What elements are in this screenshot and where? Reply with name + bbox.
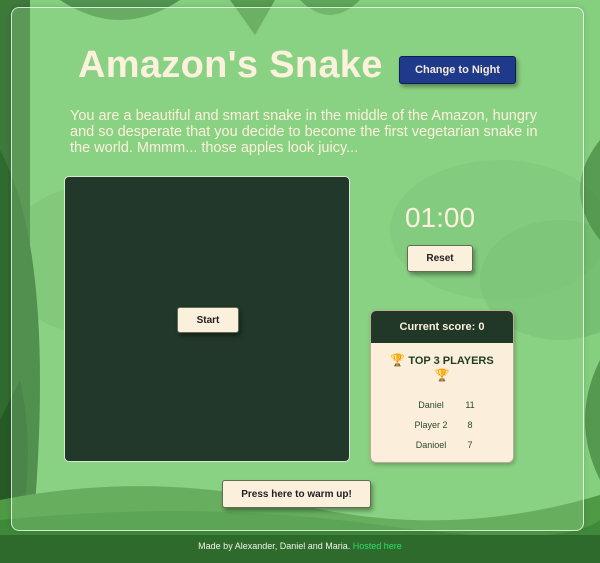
player-score: 8: [467, 420, 473, 430]
footer: Made by Alexander, Daniel and Maria. Hos…: [0, 541, 600, 551]
player-score: 7: [467, 440, 473, 450]
start-button[interactable]: Start: [177, 307, 239, 333]
top-players-title: TOP 3 PLAYERS: [408, 355, 494, 367]
top-players-heading: 🏆 TOP 3 PLAYERS 🏆: [371, 353, 513, 383]
scoreboard-card: Current score: 0 🏆 TOP 3 PLAYERS 🏆 Danie…: [370, 310, 514, 463]
hosted-here-link[interactable]: Hosted here: [353, 541, 402, 551]
player-name: Player 2: [414, 420, 448, 430]
game-board[interactable]: Start: [64, 176, 350, 462]
player-row: Player 2 8: [371, 415, 513, 435]
page-title: Amazon's Snake: [78, 44, 383, 86]
reset-button[interactable]: Reset: [407, 245, 473, 272]
change-to-night-button[interactable]: Change to Night: [399, 56, 516, 84]
player-name: Danioel: [415, 440, 447, 450]
player-name: Daniel: [418, 400, 444, 410]
player-row: Daniel 11: [371, 395, 513, 415]
timer-display: 01:00: [404, 202, 476, 233]
warm-up-button[interactable]: Press here to warm up!: [222, 480, 371, 508]
footer-credits: Made by Alexander, Daniel and Maria.: [198, 541, 351, 551]
player-row: Danioel 7: [371, 435, 513, 455]
player-score: 11: [465, 400, 475, 410]
trophy-icon: 🏆: [390, 353, 406, 367]
trophy-icon: 🏆: [434, 368, 450, 382]
intro-text: You are a beautiful and smart snake in t…: [70, 108, 538, 156]
current-score: Current score: 0: [371, 311, 513, 343]
top-players-list: Daniel 11 Player 2 8 Danioel 7: [371, 395, 513, 455]
